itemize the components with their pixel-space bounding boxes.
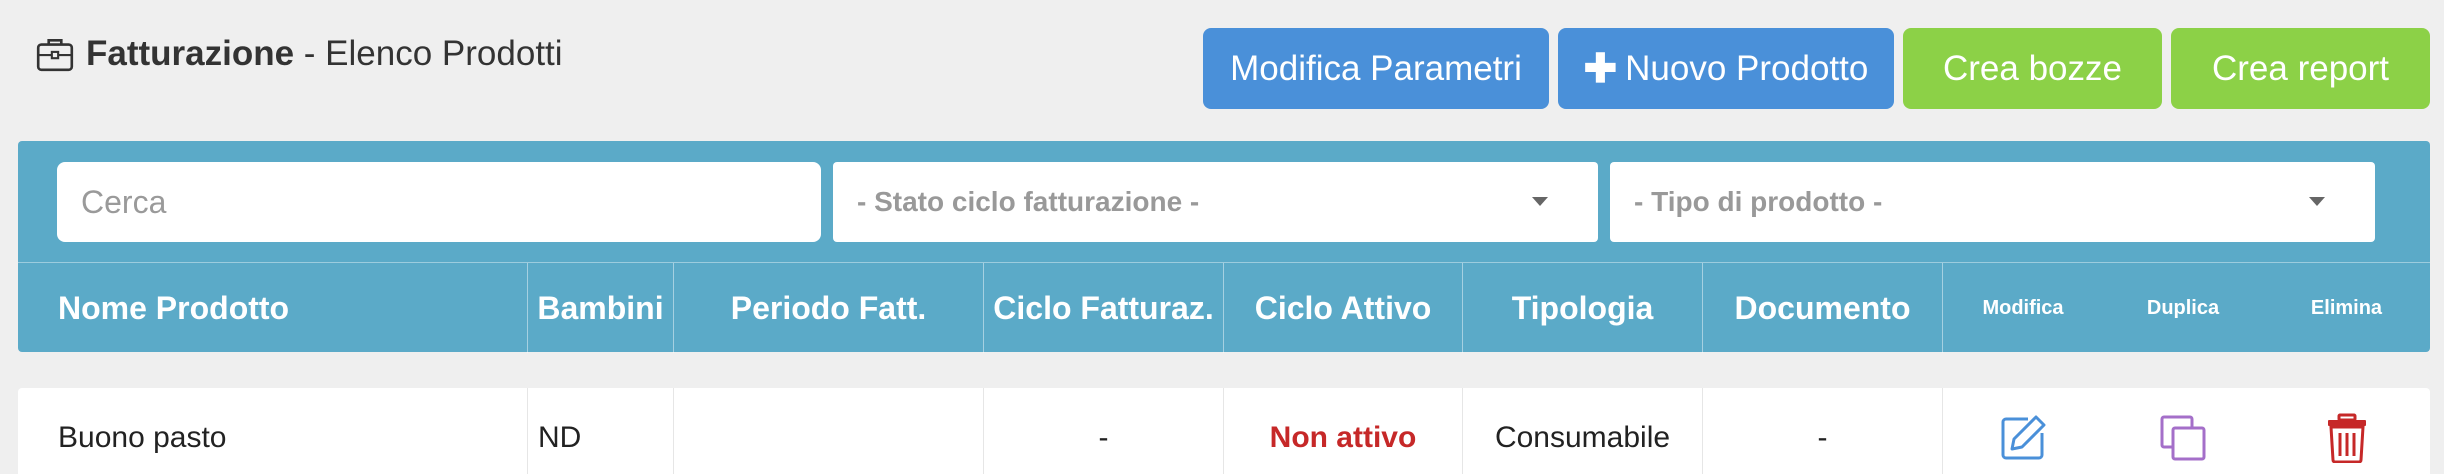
trash-icon[interactable] <box>2325 413 2369 463</box>
briefcase-icon <box>36 39 74 72</box>
column-header-type[interactable]: Tipologia <box>1463 263 1703 353</box>
cell-active-cycle: Non attivo <box>1224 388 1463 474</box>
cell-type: Consumabile <box>1463 388 1703 474</box>
page-title-section: Fatturazione <box>86 34 295 73</box>
page-title: Fatturazione - Elenco Prodotti <box>34 28 563 80</box>
column-header-children[interactable]: Bambini <box>528 263 674 353</box>
filter-bar: - Stato ciclo fatturazione - - Tipo di p… <box>57 162 2375 242</box>
products-table-header-panel: - Stato ciclo fatturazione - - Tipo di p… <box>18 141 2430 353</box>
create-drafts-label: Crea bozze <box>1943 48 2122 88</box>
cell-duplicate <box>2103 388 2263 474</box>
create-drafts-button[interactable]: Crea bozze <box>1903 28 2162 109</box>
column-header-name[interactable]: Nome Prodotto <box>18 263 528 353</box>
edit-parameters-label: Modifica Parametri <box>1230 48 1522 88</box>
cell-edit <box>1943 388 2103 474</box>
toolbar: Modifica Parametri ✚ Nuovo Prodotto Crea… <box>1203 28 2430 109</box>
table-row: Buono pasto ND - Non attivo Consumabile … <box>18 388 2430 474</box>
billing-cycle-state-value: - Stato ciclo fatturazione - <box>857 186 1200 217</box>
edit-icon[interactable] <box>1998 413 2048 463</box>
chevron-down-icon <box>1532 197 1548 206</box>
search-input[interactable] <box>57 162 821 242</box>
column-header-cycle[interactable]: Ciclo Fatturaz. <box>984 263 1224 353</box>
edit-parameters-button[interactable]: Modifica Parametri <box>1203 28 1549 109</box>
column-header-active-cycle[interactable]: Ciclo Attivo <box>1224 263 1463 353</box>
column-header-edit: Modifica <box>1982 296 2064 319</box>
cell-children: ND <box>528 388 674 474</box>
cell-cycle: - <box>984 388 1224 474</box>
create-report-label: Crea report <box>2211 48 2390 88</box>
new-product-label: Nuovo Prodotto <box>1625 48 1869 88</box>
create-report-button[interactable]: Crea report <box>2171 28 2430 109</box>
plus-icon: ✚ <box>1583 46 1618 91</box>
product-type-select[interactable]: - Tipo di prodotto - <box>1610 162 2375 242</box>
column-header-document[interactable]: Documento <box>1703 263 1943 353</box>
cell-document: - <box>1703 388 1943 474</box>
cell-period <box>674 388 984 474</box>
column-header-period[interactable]: Periodo Fatt. <box>674 263 984 353</box>
cell-delete <box>2263 388 2430 474</box>
table-header-row: Nome Prodotto Bambini Periodo Fatt. Cicl… <box>18 262 2430 353</box>
new-product-button[interactable]: ✚ Nuovo Prodotto <box>1558 28 1894 109</box>
product-type-value: - Tipo di prodotto - <box>1634 186 1883 217</box>
cell-product-name: Buono pasto <box>18 388 528 474</box>
duplicate-icon[interactable] <box>2158 413 2208 463</box>
page-title-subtitle: - Elenco Prodotti <box>294 34 563 73</box>
column-header-delete: Elimina <box>2310 296 2383 319</box>
billing-cycle-state-select[interactable]: - Stato ciclo fatturazione - <box>833 162 1598 242</box>
status-badge: Non attivo <box>1269 421 1417 454</box>
column-header-duplicate: Duplica <box>2146 296 2220 319</box>
chevron-down-icon <box>2309 197 2325 206</box>
